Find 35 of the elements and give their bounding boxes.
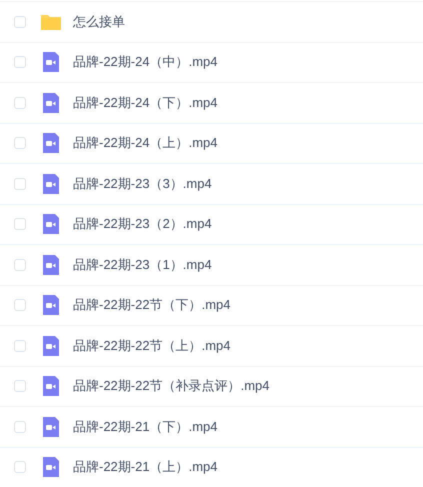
file-name[interactable]: 品牌-22期-24（下）.mp4 xyxy=(73,94,218,112)
file-name[interactable]: 品牌-22期-21（下）.mp4 xyxy=(73,418,218,436)
file-name[interactable]: 品牌-22期-23（2）.mp4 xyxy=(73,215,212,234)
file-name[interactable]: 品牌-22期-24（上）.mp4 xyxy=(73,134,218,152)
file-name[interactable]: 品牌-22期-22节（上）.mp4 xyxy=(73,336,230,355)
checkbox[interactable] xyxy=(14,56,26,68)
video-file-icon xyxy=(40,92,62,114)
file-name[interactable]: 品牌-22期-21（上）.mp4 xyxy=(73,458,218,476)
file-name[interactable]: 品牌-22期-24（中）.mp4 xyxy=(73,53,218,72)
video-file-icon xyxy=(40,51,62,74)
checkbox[interactable] xyxy=(14,137,26,150)
checkbox[interactable] xyxy=(14,380,26,392)
file-name[interactable]: 品牌-22期-23（3）.mp4 xyxy=(73,174,212,193)
checkbox[interactable] xyxy=(14,96,26,109)
file-name[interactable]: 品牌-22期-22节（下）.mp4 xyxy=(73,296,230,314)
file-name[interactable]: 品牌-22期-23（1）.mp4 xyxy=(73,256,212,274)
checkbox[interactable] xyxy=(14,461,26,474)
checkbox[interactable] xyxy=(14,258,26,271)
video-file-icon xyxy=(40,213,62,236)
video-file-icon xyxy=(40,416,62,438)
checkbox[interactable] xyxy=(14,340,26,352)
video-file-icon xyxy=(40,254,62,276)
checkbox[interactable] xyxy=(14,420,26,433)
video-file-icon xyxy=(40,132,62,154)
checkbox[interactable] xyxy=(14,16,26,28)
checkbox[interactable] xyxy=(14,178,26,190)
video-file-icon xyxy=(40,294,62,316)
checkbox[interactable] xyxy=(14,218,26,230)
checkbox[interactable] xyxy=(14,299,26,312)
video-file-icon xyxy=(40,456,62,478)
file-name[interactable]: 品牌-22期-22节（补录点评）.mp4 xyxy=(73,377,270,396)
file-name[interactable]: 怎么接单 xyxy=(73,12,125,31)
video-file-icon xyxy=(40,375,62,398)
video-file-icon xyxy=(40,334,62,357)
video-file-icon xyxy=(40,172,62,195)
